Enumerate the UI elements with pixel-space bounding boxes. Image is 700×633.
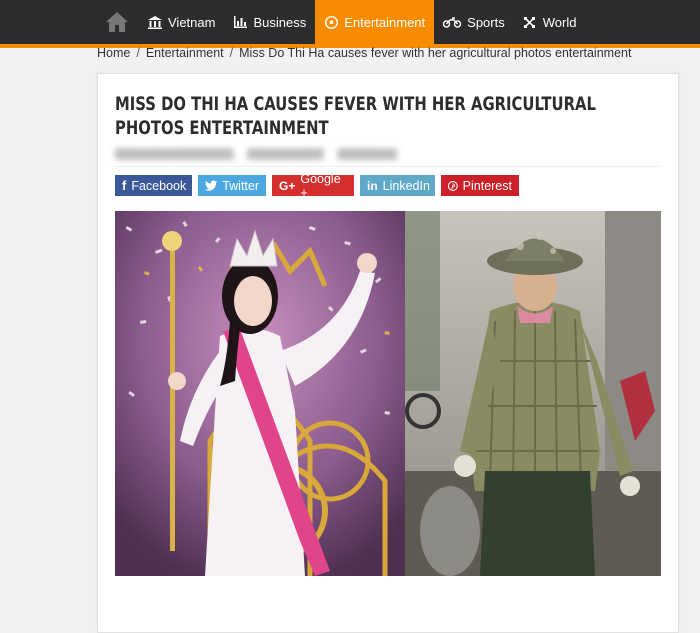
nav-item-business[interactable]: Business: [224, 0, 315, 44]
bank-icon: [148, 15, 162, 29]
twitter-share-button[interactable]: Twitter: [198, 175, 266, 196]
pageant-illustration: [115, 211, 405, 576]
facebook-label: Facebook: [131, 178, 187, 193]
google-plus-icon: G+: [279, 178, 296, 193]
nav-item-label: Entertainment: [344, 14, 426, 30]
meta-views: ▇▇▇▇▇▇▇: [337, 148, 397, 160]
nav-menu: Vietnam Business Entertainment Sports Wo…: [95, 0, 585, 44]
pinterest-share-button[interactable]: Pinterest: [441, 175, 519, 196]
breadcrumb-section-link[interactable]: Entertainment: [146, 46, 224, 60]
share-buttons: f Facebook Twitter G+ Google + in Linked…: [115, 172, 519, 200]
nav-item-sports[interactable]: Sports: [434, 0, 514, 44]
bar-chart-icon: [233, 15, 247, 29]
breadcrumb-home-link[interactable]: Home: [97, 46, 130, 60]
nav-item-entertainment[interactable]: Entertainment: [315, 0, 435, 44]
home-icon: [106, 12, 128, 32]
top-navbar: Vietnam Business Entertainment Sports Wo…: [0, 0, 700, 48]
google-plus-share-button[interactable]: G+ Google +: [272, 172, 354, 200]
facebook-share-button[interactable]: f Facebook: [115, 175, 192, 196]
breadcrumb-separator: /: [136, 46, 140, 60]
nav-item-label: Vietnam: [168, 14, 216, 30]
meta-divider: [115, 166, 661, 167]
meta-date-icon: ▇▇▇▇▇▇▇▇▇▇▇▇▇▇: [115, 148, 234, 160]
twitter-label: Twitter: [222, 178, 259, 193]
facebook-icon: f: [122, 178, 127, 193]
pinterest-label: Pinterest: [462, 178, 512, 193]
breadcrumb: Home / Entertainment / Miss Do Thi Ha ca…: [97, 45, 631, 61]
breadcrumb-separator: /: [229, 46, 234, 60]
nav-item-label: Sports: [467, 14, 505, 30]
twitter-icon: [205, 180, 218, 191]
nav-item-vietnam[interactable]: Vietnam: [139, 0, 224, 44]
farm-illustration: [405, 211, 661, 576]
nav-item-label: Business: [253, 14, 307, 30]
agricultural-photo: [405, 211, 661, 576]
article-title: Miss Do Thi Ha causes fever with her agr…: [115, 93, 596, 139]
article-featured-image[interactable]: [115, 211, 661, 576]
nav-item-world[interactable]: World: [514, 0, 586, 44]
article-meta-blurred: ▇▇▇▇▇▇▇▇▇▇▇▇▇▇ ▇▇▇▇▇▇▇▇▇ ▇▇▇▇▇▇▇: [115, 147, 397, 160]
nav-item-label: World: [542, 14, 577, 30]
motorcycle-icon: [443, 15, 462, 29]
globe-icon: [523, 15, 537, 29]
home-button[interactable]: [95, 0, 139, 44]
linkedin-share-button[interactable]: in LinkedIn: [360, 175, 435, 196]
meta-author: ▇▇▇▇▇▇▇▇▇: [247, 148, 324, 160]
google-plus-label: Google +: [300, 171, 341, 200]
linkedin-label: LinkedIn: [382, 178, 430, 193]
article-card: Miss Do Thi Ha causes fever with her agr…: [97, 73, 679, 633]
breadcrumb-current: Miss Do Thi Ha causes fever with her agr…: [239, 46, 632, 60]
pageant-photo: [115, 211, 405, 576]
soccer-ball-icon: [324, 15, 338, 29]
pinterest-icon: [448, 180, 458, 191]
linkedin-icon: in: [367, 178, 378, 193]
